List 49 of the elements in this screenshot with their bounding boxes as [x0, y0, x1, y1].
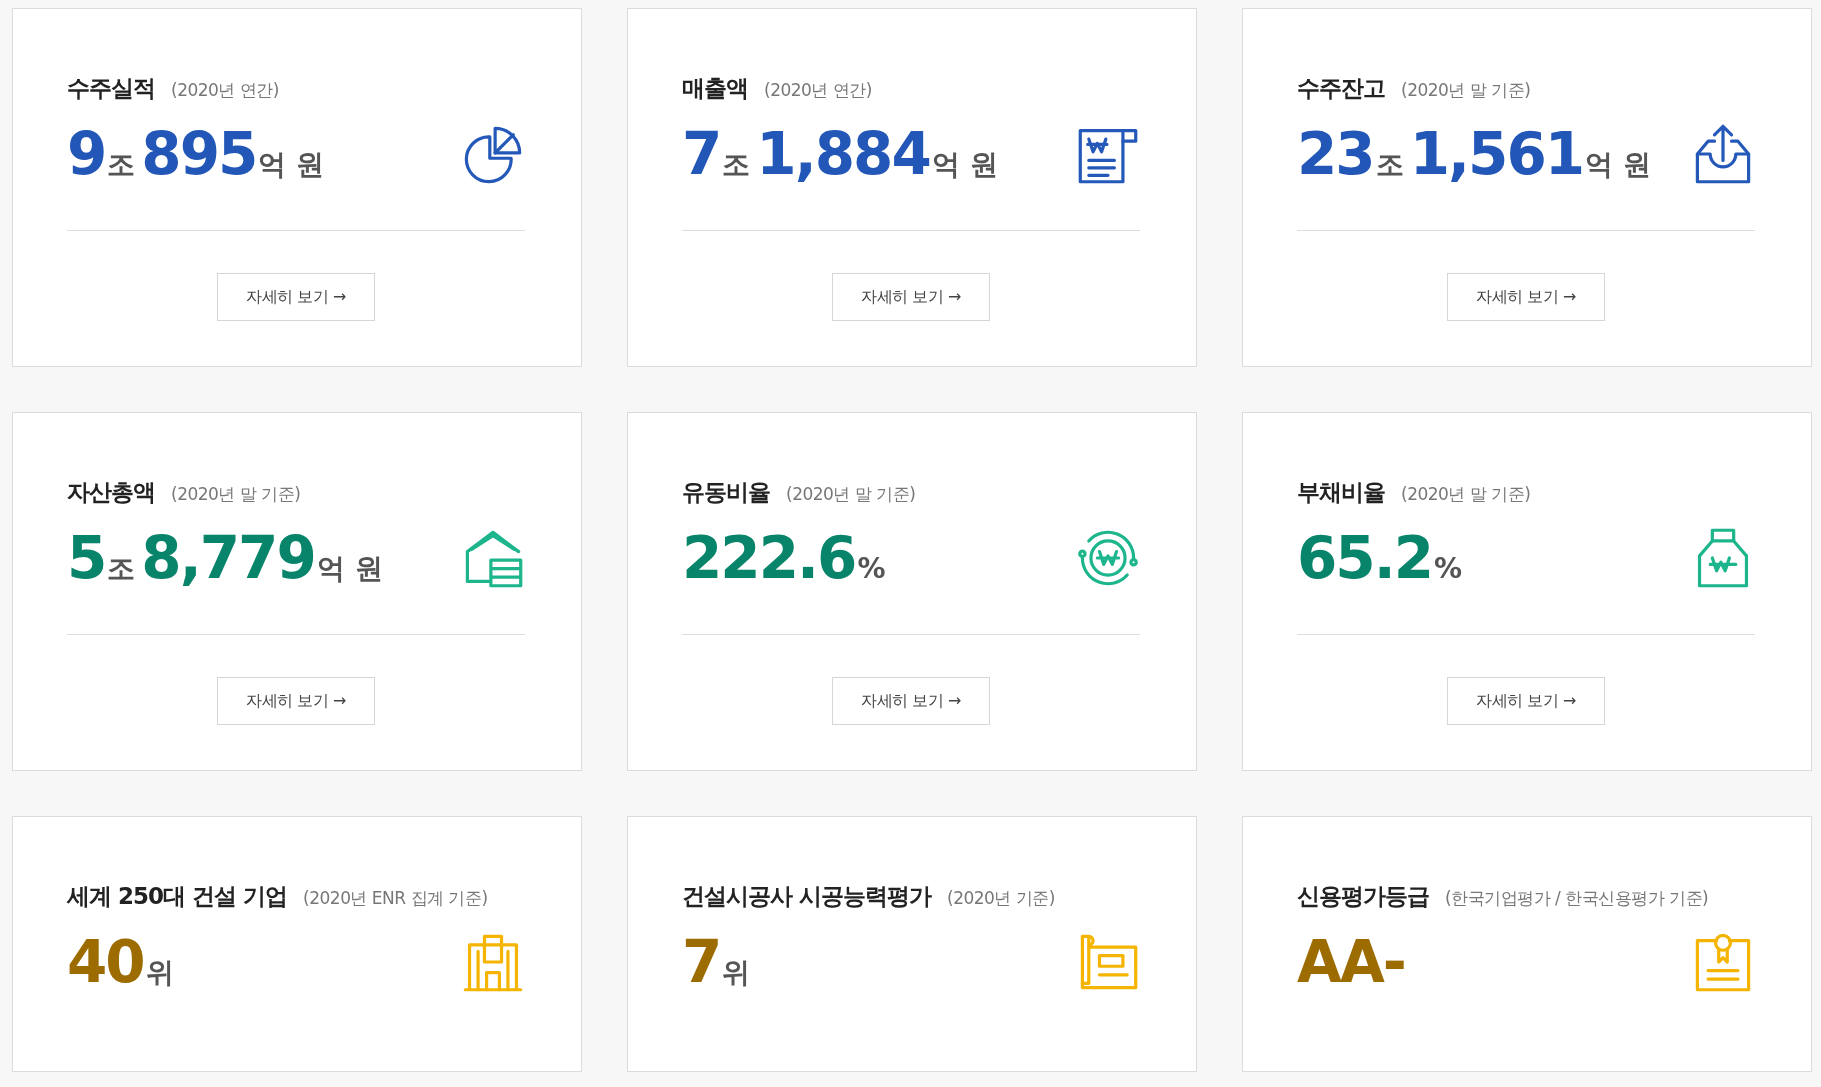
card-title: 세계 250대 건설 기업	[67, 882, 288, 911]
card-title: 수주실적	[67, 74, 155, 103]
card-title: 수주잔고	[1297, 74, 1385, 103]
value-number: AA-	[1297, 933, 1405, 991]
value-unit: 조	[722, 146, 751, 183]
value-unit: 억 원	[316, 550, 383, 587]
value-unit: 위	[722, 954, 751, 991]
details-button[interactable]: 자세히 보기 →	[832, 677, 990, 725]
value-unit: 억 원	[258, 146, 325, 183]
details-button[interactable]: 자세히 보기 →	[1447, 273, 1605, 321]
value-unit: 조	[1375, 146, 1404, 183]
card-title: 유동비율	[682, 478, 770, 507]
value-unit: 위	[145, 954, 174, 991]
value-unit: 조	[107, 146, 136, 183]
card-subtitle: (2020년 연간)	[764, 79, 872, 102]
value-number: 222.6	[682, 529, 856, 587]
card-subtitle: (2020년 말 기준)	[171, 483, 301, 506]
value-unit: 억 원	[1585, 146, 1651, 183]
value-number: 9	[67, 124, 106, 183]
card-title: 신용평가등급	[1297, 882, 1429, 911]
value-unit: %	[857, 552, 886, 585]
card-subtitle: (2020년 말 기준)	[786, 483, 916, 506]
card-title: 자산총액	[67, 478, 155, 507]
value-number: 7	[682, 124, 721, 183]
card-subtitle: (2020년 기준)	[947, 887, 1055, 910]
card-title: 부채비율	[1297, 478, 1385, 507]
value-unit: 조	[107, 550, 136, 587]
card-subtitle: (2020년 ENR 집계 기준)	[303, 887, 488, 910]
value-number: 8,779	[141, 528, 315, 587]
value-number: 40	[67, 932, 144, 991]
value-number: 1,884	[756, 124, 930, 183]
value-unit: 억 원	[931, 146, 998, 183]
value-number: 23	[1297, 124, 1374, 183]
details-button[interactable]: 자세히 보기 →	[1447, 677, 1605, 725]
details-button[interactable]: 자세히 보기 →	[217, 677, 375, 725]
card-subtitle: (2020년 연간)	[171, 79, 279, 102]
card-subtitle: (2020년 말 기준)	[1401, 483, 1531, 506]
value-number: 5	[67, 528, 106, 587]
value-unit: %	[1434, 552, 1463, 585]
value-number: 895	[141, 124, 257, 183]
card-title: 매출액	[682, 74, 748, 103]
value-number: 65.2	[1297, 529, 1433, 587]
card-subtitle: (2020년 말 기준)	[1401, 79, 1531, 102]
value-number: 7	[682, 932, 721, 991]
card-title: 건설시공사 시공능력평가	[682, 882, 931, 911]
details-button[interactable]: 자세히 보기 →	[217, 273, 375, 321]
value-number: 1,561	[1409, 124, 1584, 183]
details-button[interactable]: 자세히 보기 →	[832, 273, 990, 321]
card-subtitle: (한국기업평가 / 한국신용평가 기준)	[1445, 887, 1709, 910]
